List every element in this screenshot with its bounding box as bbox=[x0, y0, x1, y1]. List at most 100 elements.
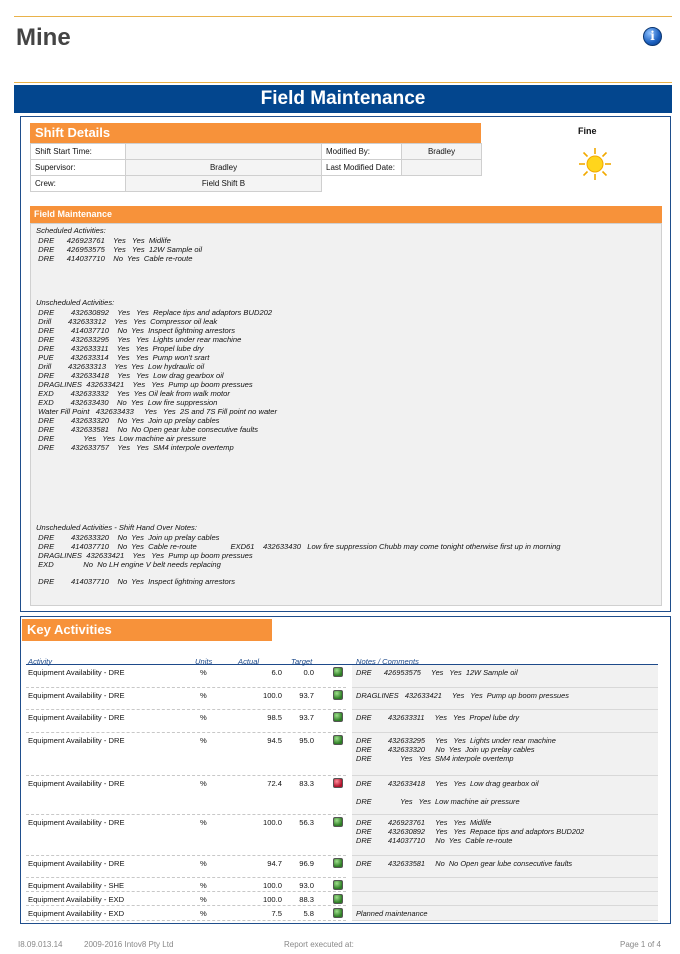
activity-target: 93.0 bbox=[299, 881, 314, 890]
activity-target: 95.0 bbox=[299, 736, 314, 745]
activity-target: 5.8 bbox=[303, 909, 314, 918]
activity-actual: 6.0 bbox=[271, 668, 282, 677]
status-icon bbox=[333, 908, 343, 918]
maintenance-line: DRE 414037710 No Yes Cable re-route EXD6… bbox=[36, 542, 561, 551]
activity-name: Equipment Availability - EXD bbox=[28, 909, 125, 918]
activity-actual: 98.5 bbox=[267, 713, 282, 722]
maintenance-line: EXD 432633332 Yes Yes Oil leak from walk… bbox=[36, 389, 230, 398]
activity-units: % bbox=[200, 895, 207, 904]
status-icon bbox=[333, 735, 343, 745]
activity-note: DRE 414037710 No Yes Cable re-route bbox=[356, 836, 513, 845]
supervisor-value: Bradley bbox=[125, 159, 322, 176]
status-icon bbox=[333, 667, 343, 677]
crew-value: Field Shift B bbox=[125, 175, 322, 192]
activity-target: 96.9 bbox=[299, 859, 314, 868]
activity-row: Equipment Availability - DRE% 94.7 96.9 DRE… bbox=[26, 856, 658, 878]
field-maintenance-heading: Field Maintenance bbox=[30, 206, 662, 223]
weather-label: Fine bbox=[578, 126, 597, 136]
footer-report: Report executed at: bbox=[284, 940, 354, 949]
activity-units: % bbox=[200, 713, 207, 722]
activity-actual: 100.0 bbox=[262, 691, 282, 700]
activity-note: DRE 432633311 Yes Yes Propel lube dry bbox=[356, 713, 520, 722]
activity-row: Equipment Availability - EXD% 7.5 5.8 Plann… bbox=[26, 906, 658, 921]
key-activities-heading: Key Activities bbox=[22, 619, 272, 641]
info-icon[interactable]: i bbox=[643, 27, 662, 46]
maintenance-line: DRE 432633418 Yes Yes Low drag gearbox o… bbox=[36, 371, 224, 380]
activity-note: DRE 426923761 Yes Yes Midlife bbox=[356, 818, 492, 827]
activity-name: Equipment Availability - DRE bbox=[28, 713, 125, 722]
activity-note: DRAGLINES 432633421 Yes Yes Pump up boom… bbox=[356, 691, 569, 700]
last-modified-label: Last Modified Date: bbox=[321, 159, 402, 176]
activity-target: 0.0 bbox=[303, 668, 314, 677]
activity-row: Equipment Availability - DRE% 100.0 56.3 DR… bbox=[26, 815, 658, 856]
status-icon bbox=[333, 712, 343, 722]
activity-units: % bbox=[200, 691, 207, 700]
footer-version: I8.09.013.14 bbox=[18, 940, 63, 949]
maintenance-line: EXD 432633430 No Yes Low fire suppressio… bbox=[36, 398, 218, 407]
maintenance-line: Unscheduled Activities - Shift Hand Over… bbox=[36, 523, 197, 532]
activity-note: DRE Yes Yes Low machine air pressure bbox=[356, 797, 520, 806]
activity-name: Equipment Availability - EXD bbox=[28, 895, 125, 904]
activity-units: % bbox=[200, 881, 207, 890]
status-icon bbox=[333, 880, 343, 890]
activity-target: 93.7 bbox=[299, 691, 314, 700]
maintenance-line: Unscheduled Activities: bbox=[36, 298, 115, 307]
shift-start-value bbox=[125, 143, 322, 160]
activity-note: DRE Yes Yes SM4 interpole overtemp bbox=[356, 754, 514, 763]
activity-row: Equipment Availability - DRE% 100.0 93.7 DR… bbox=[26, 688, 658, 710]
maintenance-line: Scheduled Activities: bbox=[36, 226, 106, 235]
row-divider bbox=[26, 920, 346, 921]
activity-row: Equipment Availability - DRE% 6.0 0.0 DRE 4… bbox=[26, 665, 658, 688]
maintenance-line: DRE 432633581 No No Open gear lube conse… bbox=[36, 425, 259, 434]
maintenance-line: Drill 432633313 Yes Yes Low hydraulic oi… bbox=[36, 362, 205, 371]
sun-icon bbox=[579, 148, 611, 180]
activity-name: Equipment Availability - SHE bbox=[28, 881, 125, 890]
maintenance-line: DRE 432630892 Yes Yes Replace tips and a… bbox=[36, 308, 273, 317]
activity-note: DRE 432630892 Yes Yes Repace tips and ad… bbox=[356, 827, 585, 836]
footer-page: Page 1 of 4 bbox=[620, 940, 661, 949]
shift-details-table: Shift Start Time: Modified By: Bradley S… bbox=[30, 143, 482, 192]
activity-actual: 7.5 bbox=[271, 909, 282, 918]
maintenance-line: DRE Yes Yes Low machine air pressure bbox=[36, 434, 207, 443]
activity-row: Equipment Availability - DRE% 98.5 93.7 DRE… bbox=[26, 710, 658, 733]
activity-target: 93.7 bbox=[299, 713, 314, 722]
activity-note: DRE 426953575 Yes Yes 12W Sample oil bbox=[356, 668, 518, 677]
status-icon bbox=[333, 894, 343, 904]
activity-units: % bbox=[200, 668, 207, 677]
maintenance-line: DRE 426953575 Yes Yes 12W Sample oil bbox=[36, 245, 203, 254]
note-divider bbox=[352, 920, 658, 921]
maintenance-line: DRE 432633311 Yes Yes Propel lube dry bbox=[36, 344, 204, 353]
modified-by-label: Modified By: bbox=[321, 143, 402, 160]
status-icon bbox=[333, 858, 343, 868]
activity-row: Equipment Availability - DRE% 94.5 95.0 DRE… bbox=[26, 733, 658, 776]
activity-row: Equipment Availability - DRE% 72.4 83.3 DRE… bbox=[26, 776, 658, 815]
activity-actual: 94.5 bbox=[267, 736, 282, 745]
footer-copyright: 2009-2016 Intov8 Pty Ltd bbox=[84, 940, 174, 949]
shift-start-label: Shift Start Time: bbox=[30, 143, 126, 160]
status-icon bbox=[333, 778, 343, 788]
activity-actual: 100.0 bbox=[262, 818, 282, 827]
shift-row: Shift Start Time: Modified By: Bradley bbox=[30, 143, 482, 160]
activity-name: Equipment Availability - DRE bbox=[28, 859, 125, 868]
activity-name: Equipment Availability - DRE bbox=[28, 736, 125, 745]
activity-units: % bbox=[200, 818, 207, 827]
last-modified-value bbox=[401, 159, 482, 176]
activity-units: % bbox=[200, 736, 207, 745]
activity-units: % bbox=[200, 859, 207, 868]
activity-name: Equipment Availability - DRE bbox=[28, 779, 125, 788]
maintenance-line: DRAGLINES 432633421 Yes Yes Pump up boom… bbox=[36, 551, 253, 560]
page-banner: Field Maintenance bbox=[14, 85, 672, 113]
modified-by-value: Bradley bbox=[401, 143, 482, 160]
maintenance-line: PUE 432633314 Yes Yes Pump won't srart bbox=[36, 353, 210, 362]
activity-row: Equipment Availability - EXD% 100.0 88.3 bbox=[26, 892, 658, 906]
shift-row: Crew: Field Shift B bbox=[30, 175, 482, 192]
activity-name: Equipment Availability - DRE bbox=[28, 691, 125, 700]
activity-row: Equipment Availability - SHE% 100.0 93.0 bbox=[26, 878, 658, 892]
header-divider bbox=[14, 82, 672, 83]
site-title: Mine bbox=[16, 24, 71, 51]
activity-note: DRE 432633581 No No Open gear lube conse… bbox=[356, 859, 573, 868]
maintenance-line: DRAGLINES 432633421 Yes Yes Pump up boom… bbox=[36, 380, 253, 389]
activity-actual: 72.4 bbox=[267, 779, 282, 788]
crew-label: Crew: bbox=[30, 175, 126, 192]
activity-note: DRE 432633295 Yes Yes Lights under rear … bbox=[356, 736, 556, 745]
